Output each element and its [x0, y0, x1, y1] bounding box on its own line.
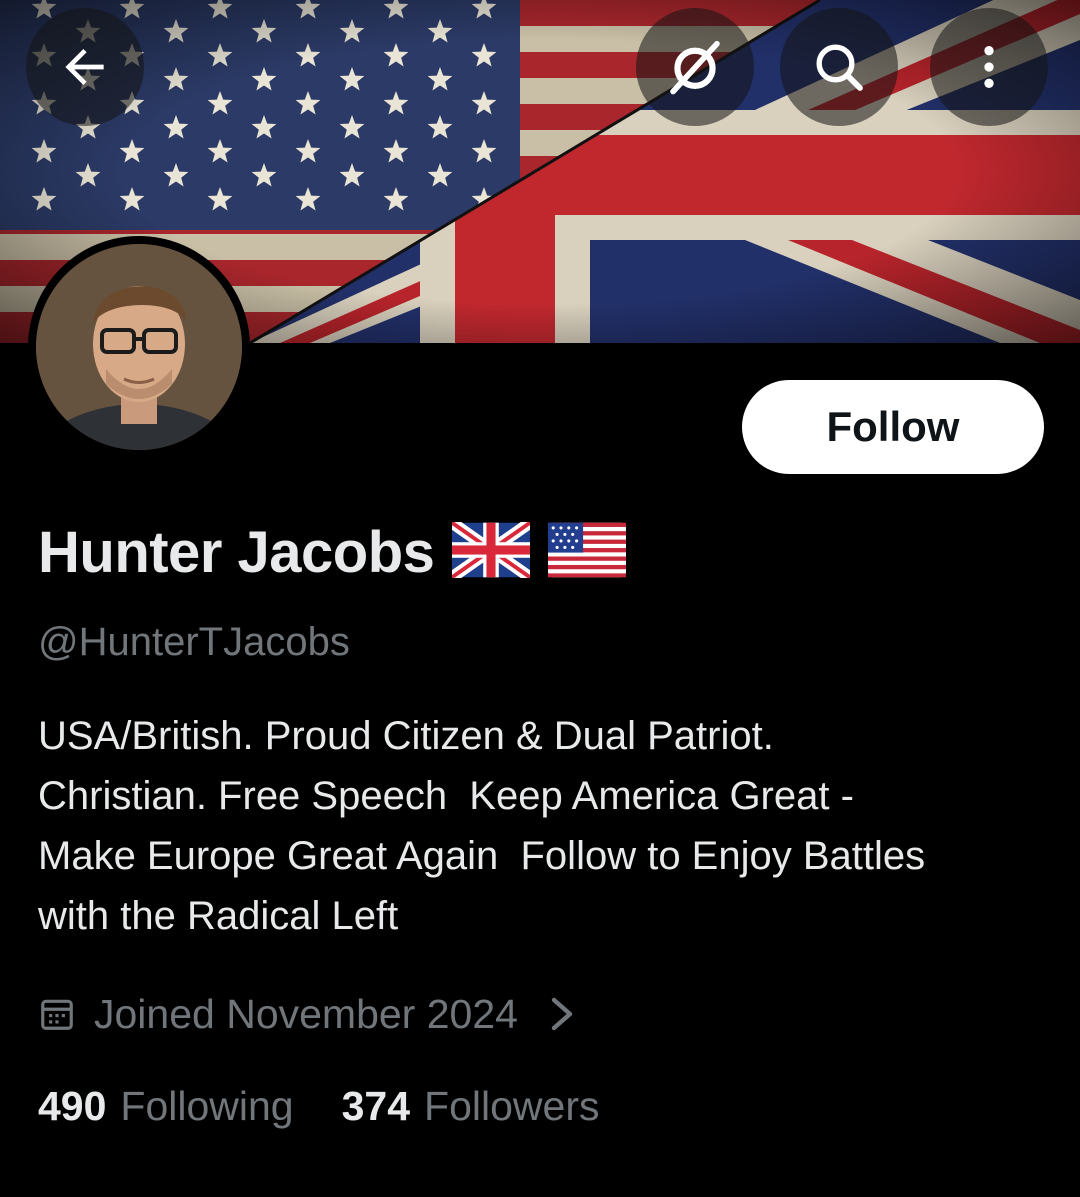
following-link[interactable]: 490 Following — [38, 1083, 294, 1130]
profile-avatar[interactable] — [28, 236, 250, 458]
followers-count: 374 — [341, 1082, 411, 1129]
profile-bio: USA/British. Proud Citizen & Dual Patrio… — [38, 706, 1058, 946]
profile-name-row: Hunter Jacobs — [38, 512, 627, 592]
us-flag-emoji — [548, 522, 627, 583]
search-icon — [816, 44, 863, 91]
uk-flag-emoji — [449, 517, 534, 583]
arrow-left-icon — [65, 49, 104, 85]
profile-handle: @HunterTJacobs — [38, 620, 350, 664]
bio-line: USA/British. Proud Citizen & Dual Patrio… — [38, 714, 774, 758]
joined-date: Joined November 2024 — [94, 990, 518, 1037]
following-label: Following — [120, 1082, 294, 1129]
bio-line: with the Radical Left — [38, 894, 399, 938]
followers-link[interactable]: 374 Followers — [342, 1083, 600, 1130]
chevron-right-icon — [551, 997, 573, 1031]
calendar-icon — [41, 999, 73, 1030]
follow-button[interactable]: Follow — [742, 380, 1044, 474]
follow-stats: 490 Following 374 Followers — [38, 1076, 599, 1136]
following-count: 490 — [38, 1082, 107, 1129]
bio-line: Christian. Free Speech Keep America Grea… — [38, 774, 854, 818]
bio-line: Make Europe Great Again Follow to Enjoy … — [38, 834, 926, 878]
back-button[interactable] — [26, 8, 144, 126]
more-vertical-icon — [984, 46, 994, 88]
search-button[interactable] — [780, 8, 898, 126]
grok-button[interactable] — [636, 8, 754, 126]
grok-icon — [670, 40, 720, 95]
joined-row[interactable]: Joined November 2024 — [38, 982, 576, 1046]
profile-name: Hunter Jacobs — [38, 519, 435, 585]
more-options-button[interactable] — [930, 8, 1048, 126]
followers-label: Followers — [424, 1082, 600, 1129]
